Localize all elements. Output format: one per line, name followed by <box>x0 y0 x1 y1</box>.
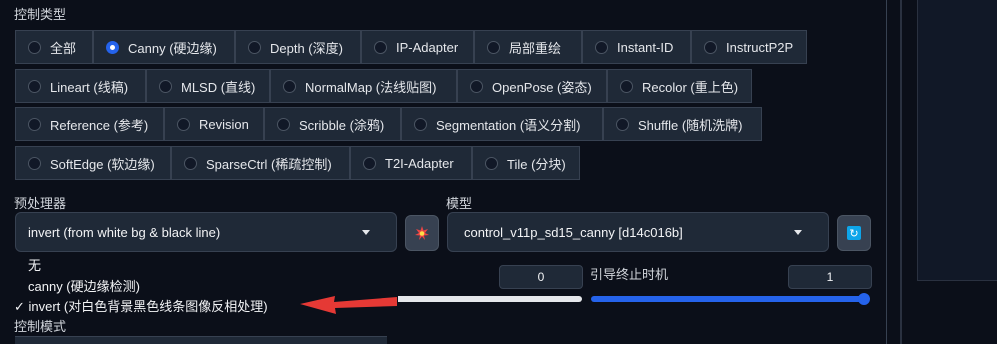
preprocessor-select[interactable]: invert (from white bg & black line) <box>15 212 397 252</box>
guidance-end-input[interactable]: 1 <box>788 265 872 289</box>
radio-icon <box>28 156 41 170</box>
model-label: 模型 <box>446 196 473 211</box>
control-type-option-sparsectrl[interactable]: SparseCtrl (稀疏控制) <box>171 146 350 180</box>
radio-icon <box>414 117 427 131</box>
option-label: Instant-ID <box>617 39 674 55</box>
option-label: Tile (分块) <box>507 156 566 172</box>
preprocessor-option-invert[interactable]: ✓ invert (对白色背景黑色线条图像反相处理) <box>14 296 268 315</box>
radio-icon <box>184 156 197 170</box>
control-type-option-all[interactable]: 全部 <box>15 30 93 64</box>
control-type-option-inpaint[interactable]: 局部重绘 <box>474 30 582 64</box>
main-panel: 控制类型 全部 Canny (硬边缘) Depth (深度) IP-Adapte… <box>0 0 886 344</box>
radio-icon <box>470 79 483 93</box>
option-label: MLSD (直线) <box>181 79 256 95</box>
control-type-option-shuffle[interactable]: Shuffle (随机洗牌) <box>603 107 762 141</box>
control-type-option-lineart[interactable]: Lineart (线稿) <box>15 69 146 103</box>
preprocessor-option-none[interactable]: 无 <box>28 255 41 274</box>
guidance-end-label: 引导终止时机 <box>590 267 669 282</box>
refresh-icon: ↻ <box>847 226 861 240</box>
radio-icon <box>616 117 629 131</box>
chevron-down-icon <box>362 230 370 235</box>
control-type-option-depth[interactable]: Depth (深度) <box>235 30 361 64</box>
control-mode-label: 控制模式 <box>14 319 67 334</box>
radio-icon <box>28 117 41 131</box>
radio-icon <box>248 40 261 54</box>
preprocessor-option-canny[interactable]: canny (硬边缘检测) <box>28 276 140 295</box>
control-type-option-scribble[interactable]: Scribble (涂鸦) <box>264 107 401 141</box>
radio-icon <box>704 40 717 54</box>
radio-icon <box>159 79 172 93</box>
radio-icon <box>28 40 41 54</box>
option-label: SoftEdge (软边缘) <box>50 156 155 172</box>
model-select[interactable]: control_v11p_sd15_canny [d14c016b] <box>447 212 829 252</box>
radio-icon <box>374 40 387 54</box>
option-label: Shuffle (随机洗牌) <box>638 117 743 133</box>
option-label: Segmentation (语义分割) <box>436 117 581 133</box>
option-label: Canny (硬边缘) <box>128 40 217 56</box>
run-preprocessor-button[interactable] <box>405 215 439 251</box>
radio-icon <box>595 40 608 54</box>
control-type-option-reference[interactable]: Reference (参考) <box>15 107 164 141</box>
control-type-option-openpose[interactable]: OpenPose (姿态) <box>457 69 607 103</box>
option-label: SparseCtrl (稀疏控制) <box>206 156 332 172</box>
arrow-annotation-icon <box>300 296 397 314</box>
control-type-option-normalmap[interactable]: NormalMap (法线贴图) <box>270 69 457 103</box>
radio-icon <box>283 79 296 93</box>
option-label: Lineart (线稿) <box>50 79 129 95</box>
option-label: OpenPose (姿态) <box>492 79 592 95</box>
guidance-start-input[interactable]: 0 <box>499 265 583 289</box>
preprocessor-label: 预处理器 <box>14 196 67 211</box>
control-type-option-softedge[interactable]: SoftEdge (软边缘) <box>15 146 171 180</box>
control-type-option-instant-id[interactable]: Instant-ID <box>582 30 691 64</box>
option-label: InstructP2P <box>726 39 794 55</box>
scrollbar-track[interactable] <box>900 0 902 344</box>
explosion-icon <box>415 226 429 240</box>
control-mode-options-row <box>15 336 387 344</box>
option-label: Depth (深度) <box>270 40 343 56</box>
control-type-option-revision[interactable]: Revision <box>164 107 264 141</box>
radio-icon <box>620 79 633 93</box>
option-label: Recolor (重上色) <box>642 79 739 95</box>
side-panel <box>917 0 997 281</box>
preprocessor-value: invert (from white bg & black line) <box>28 224 221 240</box>
model-value: control_v11p_sd15_canny [d14c016b] <box>464 224 683 240</box>
control-type-option-segmentation[interactable]: Segmentation (语义分割) <box>401 107 603 141</box>
guidance-start-slider[interactable] <box>395 296 582 302</box>
option-label: Revision <box>199 116 249 132</box>
control-type-label: 控制类型 <box>14 7 67 22</box>
radio-icon <box>487 40 500 54</box>
option-label: NormalMap (法线贴图) <box>305 79 437 95</box>
control-type-option-recolor[interactable]: Recolor (重上色) <box>607 69 752 103</box>
radio-selected-icon <box>106 40 119 54</box>
radio-icon <box>363 156 376 170</box>
guidance-end-slider[interactable] <box>591 296 868 302</box>
radio-icon <box>177 117 190 131</box>
radio-icon <box>277 117 290 131</box>
radio-icon <box>28 79 41 93</box>
option-label: IP-Adapter <box>396 39 459 55</box>
control-type-option-canny[interactable]: Canny (硬边缘) <box>93 30 235 64</box>
option-label: Scribble (涂鸦) <box>299 117 385 133</box>
controlnet-panel: 控制类型 全部 Canny (硬边缘) Depth (深度) IP-Adapte… <box>0 0 997 344</box>
panel-divider <box>886 0 887 344</box>
control-type-option-instructp2p[interactable]: InstructP2P <box>691 30 807 64</box>
guidance-end-slider-thumb[interactable] <box>858 293 870 305</box>
radio-icon <box>485 156 498 170</box>
refresh-models-button[interactable]: ↻ <box>837 215 871 251</box>
control-type-option-t2i-adapter[interactable]: T2I-Adapter <box>350 146 472 180</box>
chevron-down-icon <box>794 230 802 235</box>
control-type-option-ip-adapter[interactable]: IP-Adapter <box>361 30 474 64</box>
option-label: Reference (参考) <box>50 117 149 133</box>
option-label: 局部重绘 <box>509 40 562 56</box>
option-label: 全部 <box>50 40 77 56</box>
control-type-option-tile[interactable]: Tile (分块) <box>472 146 580 180</box>
control-type-option-mlsd[interactable]: MLSD (直线) <box>146 69 270 103</box>
option-label: T2I-Adapter <box>385 155 454 171</box>
